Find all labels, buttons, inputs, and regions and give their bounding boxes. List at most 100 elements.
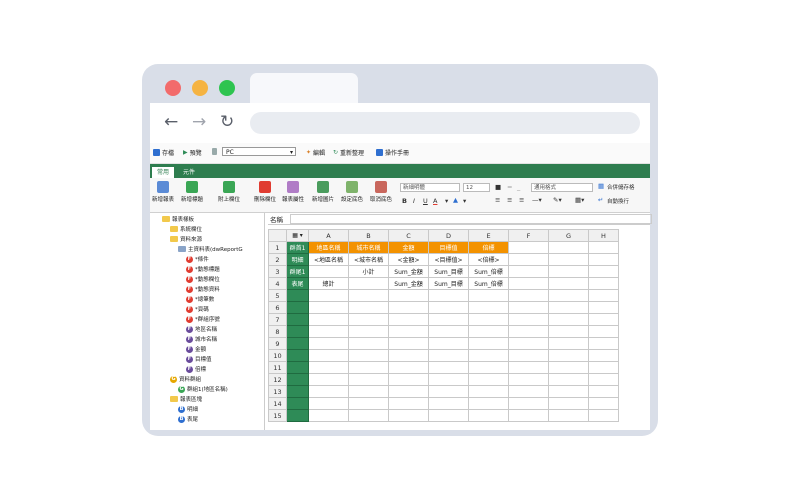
column-header[interactable]: D: [428, 229, 469, 242]
grid-cell[interactable]: [588, 301, 619, 314]
grid-cell[interactable]: [508, 397, 549, 410]
clear-background-button[interactable]: 取消底色: [370, 181, 392, 203]
grid-cell[interactable]: [508, 409, 549, 422]
grid-menu-icon[interactable]: ▦ ▾: [286, 229, 309, 242]
grid-cell[interactable]: [348, 361, 389, 374]
grid-cell[interactable]: [428, 301, 469, 314]
bold-button[interactable]: B: [402, 197, 407, 205]
save-button[interactable]: 存檔: [153, 148, 174, 157]
align-left-icon[interactable]: ≡: [495, 196, 500, 204]
grid-cell[interactable]: 地區名稱: [308, 241, 349, 254]
grid-cell[interactable]: 倍標: [468, 241, 509, 254]
equal-icon[interactable]: =: [507, 183, 512, 191]
section-label[interactable]: [286, 301, 309, 314]
grid-cell[interactable]: [508, 337, 549, 350]
grid-cell[interactable]: [308, 265, 349, 278]
grid-cell[interactable]: Sum_金額: [388, 277, 429, 290]
grid-cell[interactable]: [468, 361, 509, 374]
grid-cell[interactable]: [428, 325, 469, 338]
wrap-text-icon[interactable]: ↵: [598, 196, 603, 204]
row-number[interactable]: 1: [268, 241, 287, 254]
grid-cell[interactable]: 目標值: [428, 241, 469, 254]
reorganize-button[interactable]: ↻ 重新整理: [333, 148, 364, 157]
back-arrow-icon[interactable]: ←: [164, 112, 178, 132]
grid-cell[interactable]: 金額: [388, 241, 429, 254]
grid-cell[interactable]: [348, 337, 389, 350]
section-label[interactable]: [286, 361, 309, 374]
grid-cell[interactable]: [348, 325, 389, 338]
font-color-button[interactable]: A: [433, 197, 437, 205]
grid-cell[interactable]: [508, 373, 549, 386]
grid-cell[interactable]: [428, 385, 469, 398]
grid-cell[interactable]: [308, 349, 349, 362]
grid-cell[interactable]: [308, 325, 349, 338]
grid-cell[interactable]: [548, 253, 589, 266]
tree-node[interactable]: G 群組1(地區名稱): [178, 385, 228, 393]
tree-node[interactable]: F *動態欄位: [186, 275, 220, 283]
grid-cell[interactable]: [428, 313, 469, 326]
section-label[interactable]: [286, 409, 309, 422]
tree-node[interactable]: F *條件: [186, 255, 209, 263]
chevron-down-icon[interactable]: ▾: [445, 197, 448, 205]
grid-cell[interactable]: [548, 349, 589, 362]
grid-cell[interactable]: [508, 349, 549, 362]
tree-node[interactable]: G 資料群組: [170, 375, 201, 383]
column-header[interactable]: E: [468, 229, 509, 242]
grid-cell[interactable]: [508, 253, 549, 266]
name-input[interactable]: [290, 214, 652, 224]
tree-node[interactable]: F *動態資料: [186, 285, 220, 293]
grid-cell[interactable]: [548, 385, 589, 398]
grid-cell[interactable]: [468, 289, 509, 302]
grid-corner[interactable]: [268, 229, 287, 242]
grid-cell[interactable]: 總計: [308, 277, 349, 290]
grid-cell[interactable]: [508, 325, 549, 338]
column-header[interactable]: H: [588, 229, 619, 242]
tree-node[interactable]: F *總筆數: [186, 295, 214, 303]
tree-node[interactable]: 報表區塊: [170, 395, 202, 403]
grid-cell[interactable]: <地區名稱: [308, 253, 349, 266]
grid-cell[interactable]: Sum_金額: [388, 265, 429, 278]
tree-node[interactable]: F 城市名稱: [186, 335, 217, 343]
grid-cell[interactable]: 小計: [348, 265, 389, 278]
grid-cell[interactable]: [548, 361, 589, 374]
section-label[interactable]: 群尾1: [286, 265, 309, 278]
column-header[interactable]: G: [548, 229, 589, 242]
grid-cell[interactable]: [508, 313, 549, 326]
italic-button[interactable]: I: [413, 197, 415, 205]
grid-cell[interactable]: [508, 277, 549, 290]
grid-cell[interactable]: [588, 289, 619, 302]
number-format-select[interactable]: 通用格式: [531, 183, 593, 192]
grid-cell[interactable]: [588, 409, 619, 422]
delete-field-button[interactable]: 刪除欄位: [254, 181, 276, 203]
grid-cell[interactable]: [428, 349, 469, 362]
grid-cell[interactable]: [348, 373, 389, 386]
close-dot[interactable]: [165, 80, 181, 96]
grid-cell[interactable]: [388, 361, 429, 374]
reload-icon[interactable]: ↻: [220, 112, 234, 132]
grid-cell[interactable]: [588, 241, 619, 254]
tree-node[interactable]: B 表尾: [178, 415, 198, 423]
grid-cell[interactable]: [388, 337, 429, 350]
grid-cell[interactable]: [428, 409, 469, 422]
grid-cell[interactable]: <倍標>: [468, 253, 509, 266]
row-number[interactable]: 2: [268, 253, 287, 266]
grid-cell[interactable]: Sum_目標: [428, 277, 469, 290]
grid-cell[interactable]: [588, 313, 619, 326]
underline-button[interactable]: U: [423, 197, 428, 205]
grid-cell[interactable]: [508, 289, 549, 302]
section-label[interactable]: [286, 289, 309, 302]
align-right-icon[interactable]: ≡: [519, 196, 524, 204]
row-number[interactable]: 6: [268, 301, 287, 314]
tree-node[interactable]: F *動態標題: [186, 265, 220, 273]
grid-cell[interactable]: [548, 409, 589, 422]
tree-node[interactable]: F *群組序號: [186, 315, 220, 323]
forward-arrow-icon[interactable]: →: [192, 112, 206, 132]
section-label[interactable]: 表尾: [286, 277, 309, 290]
grid-cell[interactable]: [588, 361, 619, 374]
grid-cell[interactable]: <目標值>: [428, 253, 469, 266]
tab-components[interactable]: 元件: [178, 167, 200, 178]
grid-cell[interactable]: [308, 385, 349, 398]
row-number[interactable]: 12: [268, 373, 287, 386]
column-header[interactable]: F: [508, 229, 549, 242]
grid-cell[interactable]: [388, 409, 429, 422]
